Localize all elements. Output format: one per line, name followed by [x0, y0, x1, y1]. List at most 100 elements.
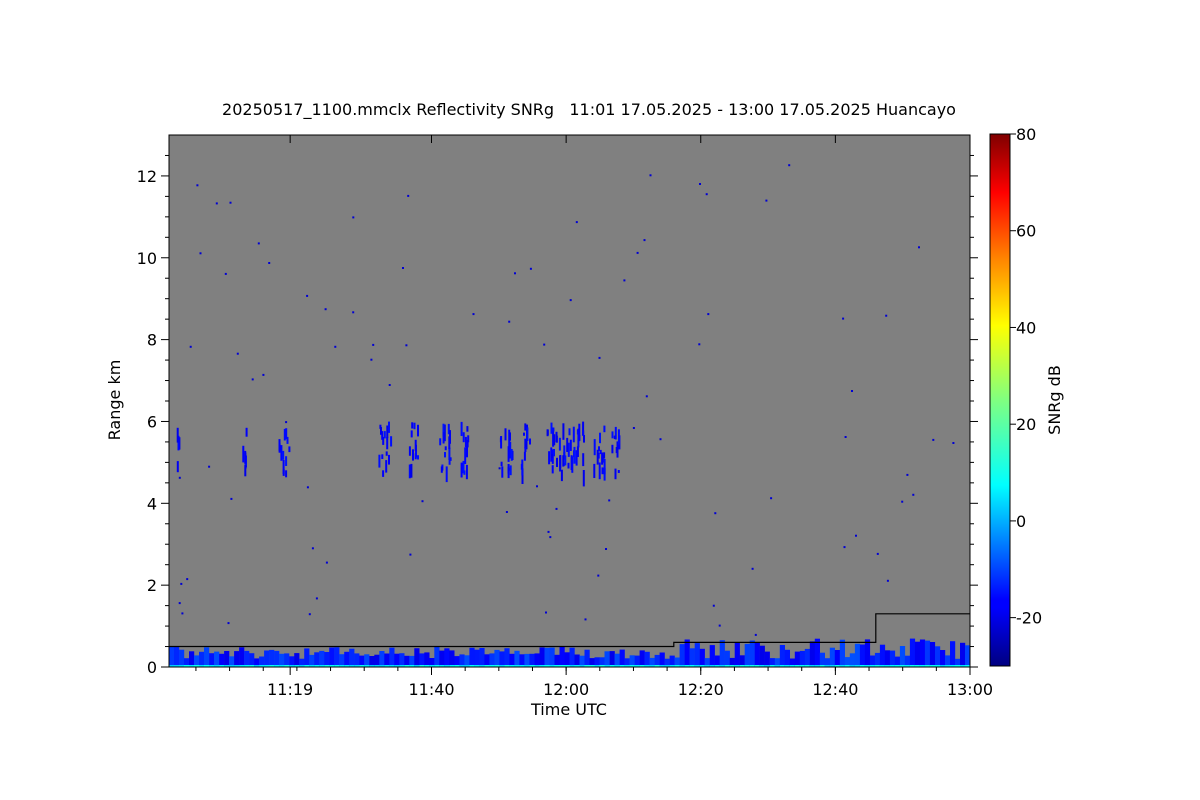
noise-speck	[352, 216, 355, 219]
clutter-column	[234, 651, 240, 667]
cloud-echo	[582, 430, 585, 436]
clutter-column	[264, 650, 270, 667]
noise-speck	[215, 202, 218, 205]
noise-speck	[334, 345, 337, 348]
clutter-column	[919, 639, 926, 667]
clutter-column	[384, 653, 390, 667]
clutter-column	[609, 651, 615, 667]
clutter-column	[909, 638, 916, 667]
clutter-column	[709, 645, 715, 667]
y-axis-label: Range km	[105, 360, 124, 441]
clutter-column	[965, 645, 970, 667]
clutter-column	[249, 653, 255, 667]
cloud-echo	[521, 459, 524, 476]
noise-speck	[536, 485, 538, 488]
cloud-echo	[466, 426, 469, 432]
clutter-column	[940, 650, 946, 667]
noise-speck	[257, 242, 260, 245]
noise-speck	[842, 317, 845, 320]
cloud-echo	[568, 428, 571, 436]
noise-speck	[608, 499, 611, 502]
noise-speck	[268, 262, 271, 264]
plot-background	[169, 135, 970, 667]
noise-speck	[421, 500, 424, 503]
snr-time-height-chart: 20250517_1100.mmclx Reflectivity SNRg 11…	[105, 100, 1064, 719]
noise-speck	[472, 313, 475, 316]
noise-speck	[912, 493, 915, 496]
noise-speck	[230, 497, 233, 500]
cloud-echo	[285, 470, 288, 478]
noise-speck	[189, 345, 192, 348]
clutter-column	[284, 653, 290, 667]
cloud-echo	[410, 463, 413, 478]
cloud-echo	[615, 447, 618, 454]
cloud-echo	[509, 432, 511, 441]
noise-speck	[405, 344, 408, 347]
noise-speck	[649, 174, 652, 177]
clutter-column	[504, 648, 510, 667]
clutter-column	[294, 653, 300, 667]
cloud-echo	[556, 457, 558, 467]
clutter-column	[444, 648, 450, 667]
y-tick-label: 4	[147, 494, 157, 513]
cloud-echo	[572, 426, 575, 443]
cloud-echo	[546, 429, 549, 436]
clutter-column	[639, 650, 645, 667]
noise-speck	[569, 299, 572, 302]
noise-speck	[352, 311, 355, 314]
cloud-echo	[529, 438, 531, 445]
y-tick-label: 10	[137, 249, 157, 268]
clutter-column	[319, 650, 325, 667]
cloud-echo	[411, 422, 414, 429]
clutter-column	[314, 652, 320, 667]
clutter-column	[699, 648, 705, 667]
clutter-column	[179, 649, 185, 667]
colorbar-tick-label: 60	[1016, 222, 1036, 241]
clutter-column	[334, 647, 340, 667]
clutter-column	[854, 643, 861, 667]
noise-speck	[597, 574, 600, 577]
clutter-column	[744, 643, 750, 667]
noise-speck	[498, 467, 501, 470]
cloud-echo	[464, 447, 467, 464]
noise-speck	[549, 536, 552, 539]
clutter-column	[819, 652, 825, 667]
clutter-column	[434, 647, 440, 667]
noise-speck	[918, 246, 920, 249]
cloud-echo	[500, 436, 503, 449]
clutter-column	[344, 651, 350, 667]
clutter-column	[559, 647, 565, 667]
clutter-column	[449, 650, 455, 667]
clutter-column	[419, 653, 425, 667]
x-tick-label: 11:40	[408, 680, 454, 699]
noise-speck	[227, 622, 230, 625]
clutter-column	[499, 651, 505, 667]
clutter-column	[804, 648, 810, 667]
noise-speck	[505, 511, 508, 513]
clutter-column	[799, 650, 805, 667]
noise-speck	[623, 279, 626, 282]
x-tick-label: 12:20	[678, 680, 724, 699]
cloud-echo	[601, 467, 604, 475]
noise-speck	[707, 313, 710, 316]
cloud-echo	[598, 462, 601, 480]
clutter-column	[879, 644, 886, 667]
noise-speck	[718, 624, 721, 627]
cloud-echo	[573, 446, 576, 464]
cloud-echo	[603, 452, 606, 459]
cloud-echo	[385, 451, 388, 456]
cloud-echo	[245, 427, 248, 437]
cloud-echo	[593, 463, 596, 478]
clutter-column	[689, 648, 695, 667]
cloud-echo	[611, 431, 614, 439]
y-tick-label: 0	[147, 658, 157, 677]
clutter-column	[204, 647, 210, 667]
clutter-column	[474, 649, 480, 667]
noise-speck	[698, 343, 701, 346]
noise-speck	[306, 486, 309, 489]
cloud-echo	[551, 465, 554, 474]
clutter-column	[424, 652, 430, 667]
cloud-echo	[440, 466, 443, 473]
clutter-column	[849, 653, 855, 667]
noise-speck	[575, 221, 578, 224]
